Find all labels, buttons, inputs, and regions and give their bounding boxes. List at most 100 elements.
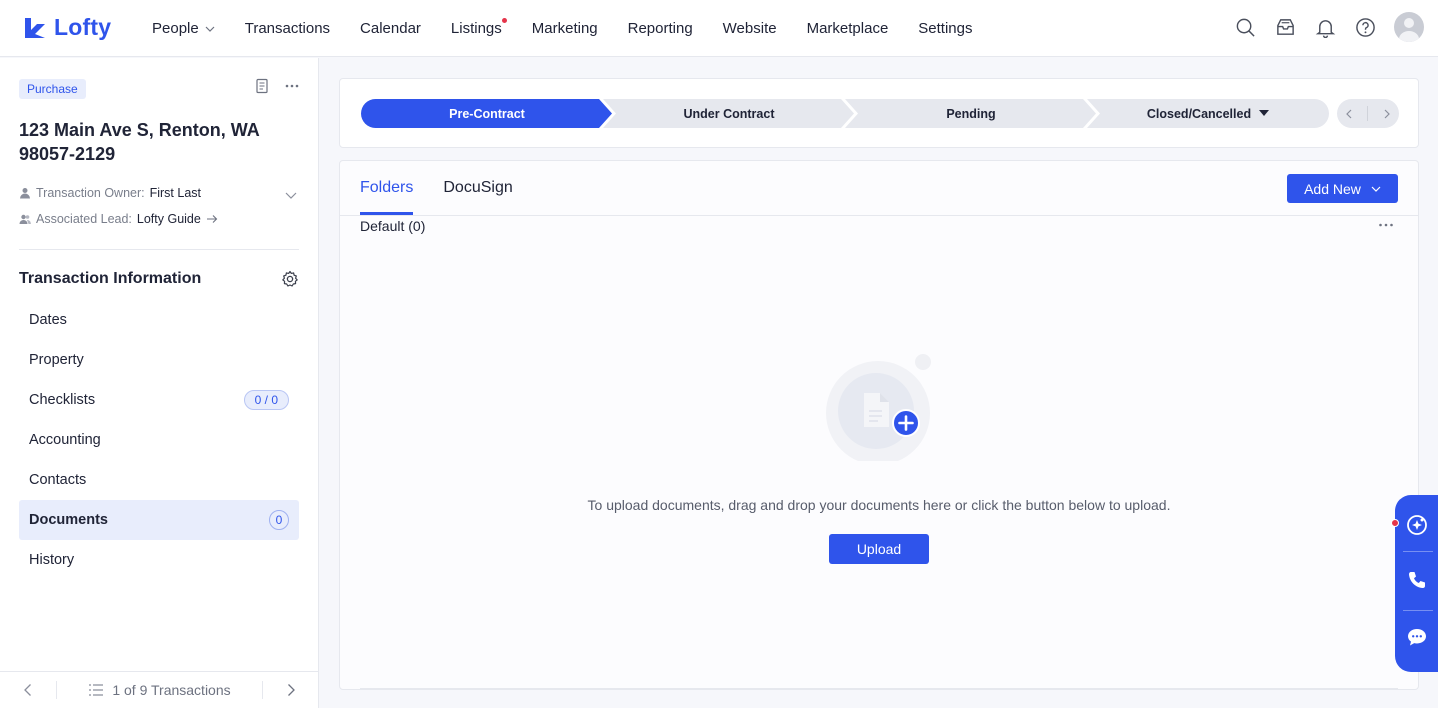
folder-label[interactable]: Default (0) — [360, 218, 425, 234]
assistant-button[interactable] — [1395, 505, 1438, 545]
panel-scrollbar[interactable] — [360, 688, 1398, 690]
transaction-owner-row: Transaction Owner: First Last — [19, 186, 201, 200]
nav-item-label: Website — [722, 20, 777, 37]
sidebar-item-history[interactable]: History — [19, 540, 299, 580]
chat-button[interactable] — [1395, 617, 1438, 657]
avatar[interactable] — [1394, 12, 1424, 42]
inbox-icon[interactable] — [1274, 16, 1296, 38]
sidebar-item-dates[interactable]: Dates — [19, 300, 299, 340]
nav-item-label: Settings — [918, 20, 973, 37]
documents-tabs: Folders DocuSign — [360, 161, 513, 215]
transaction-list-button[interactable]: 1 of 9 Transactions — [57, 682, 262, 698]
documents-panel: Folders DocuSign Add New Default (0) To … — [339, 160, 1419, 690]
divider — [1367, 106, 1369, 121]
top-icons — [1234, 12, 1424, 42]
sidebar-item-contacts[interactable]: Contacts — [19, 460, 299, 500]
bell-icon[interactable] — [1314, 16, 1336, 38]
tab-docusign[interactable]: DocuSign — [443, 161, 512, 215]
chevron-right-icon[interactable] — [1382, 109, 1392, 119]
sidebar-item-label: Documents — [29, 512, 108, 528]
chevron-down-icon[interactable] — [284, 188, 298, 202]
nav-item-label: Reporting — [627, 20, 693, 37]
sidebar-item-accounting[interactable]: Accounting — [19, 420, 299, 460]
next-transaction-button[interactable] — [263, 672, 319, 708]
sidebar-item-documents[interactable]: Documents 0 — [19, 500, 299, 540]
nav-item-label: Marketplace — [806, 20, 889, 37]
floating-contact-widget — [1395, 495, 1438, 672]
transaction-menu: Dates Property Checklists 0 / 0 Accounti… — [19, 300, 299, 580]
sidebar-actions — [254, 78, 300, 94]
notes-icon[interactable] — [254, 78, 270, 94]
stage-label: Pending — [946, 106, 996, 121]
nav-item-marketplace[interactable]: Marketplace — [807, 20, 889, 37]
chat-icon — [1407, 629, 1426, 646]
nav-item-reporting[interactable]: Reporting — [628, 20, 693, 37]
owner-label: Transaction Owner: — [36, 186, 145, 200]
sidebar-item-label: Contacts — [29, 472, 87, 488]
stage-pre-contract[interactable]: Pre-Contract — [361, 99, 613, 128]
stage-scroll-controls — [1337, 99, 1399, 128]
previous-transaction-button[interactable] — [0, 672, 56, 708]
sidebar-item-property[interactable]: Property — [19, 340, 299, 380]
gear-icon[interactable] — [281, 270, 299, 288]
nav-item-settings[interactable]: Settings — [918, 20, 972, 37]
nav-item-label: Transactions — [244, 20, 331, 37]
top-navigation-bar: Lofty People Transactions Calendar Listi… — [0, 0, 1438, 57]
more-icon[interactable] — [284, 78, 300, 94]
nav-item-people[interactable]: People — [152, 20, 215, 37]
chevron-right-icon — [288, 684, 295, 696]
assistant-icon — [1406, 515, 1427, 535]
add-new-button[interactable]: Add New — [1287, 174, 1398, 203]
nav-item-marketing[interactable]: Marketing — [532, 20, 598, 37]
lofty-logo-icon — [25, 17, 45, 38]
stage-closed-cancelled[interactable]: Closed/Cancelled — [1087, 99, 1329, 128]
chevron-down-icon — [1371, 186, 1381, 192]
notification-dot — [501, 18, 507, 23]
divider — [19, 249, 299, 250]
upload-button[interactable]: Upload — [829, 534, 929, 564]
owner-value: First Last — [149, 186, 202, 200]
stage-label: Pre-Contract — [449, 106, 525, 121]
search-icon[interactable] — [1234, 16, 1256, 38]
nav-item-listings[interactable]: Listings — [450, 18, 507, 37]
associated-lead-row: Associated Lead: Lofty Guide — [19, 212, 218, 226]
chevron-left-icon[interactable] — [1344, 109, 1354, 119]
sidebar-item-label: Checklists — [29, 392, 96, 408]
sidebar-item-label: Dates — [29, 312, 67, 328]
nav-item-label: Calendar — [360, 20, 421, 37]
chevron-left-icon — [24, 684, 31, 696]
caret-down-icon — [1259, 109, 1270, 116]
lead-label: Associated Lead: — [36, 212, 132, 226]
sidebar-item-checklists[interactable]: Checklists 0 / 0 — [19, 380, 299, 420]
stage-label: Under Contract — [683, 106, 775, 121]
lead-value[interactable]: Lofty Guide — [137, 212, 201, 226]
phone-icon — [1408, 572, 1425, 588]
upload-document-icon — [826, 354, 931, 461]
phone-button[interactable] — [1395, 560, 1438, 600]
sidebar-item-label: Accounting — [29, 432, 101, 448]
stage-pending[interactable]: Pending — [845, 99, 1097, 128]
arrow-right-icon[interactable] — [206, 213, 218, 225]
sidebar-item-label: History — [29, 552, 75, 568]
transaction-address: 123 Main Ave S, Renton, WA 98057-2129 — [19, 120, 260, 164]
empty-state-text: To upload documents, drag and drop your … — [587, 497, 1171, 513]
divider — [1403, 610, 1433, 611]
transaction-sidebar: Purchase 123 Main Ave S, Renton, WA 9805… — [0, 58, 319, 708]
help-icon[interactable] — [1354, 16, 1376, 38]
divider — [1403, 551, 1433, 552]
add-new-label: Add New — [1304, 180, 1361, 197]
nav-item-website[interactable]: Website — [723, 20, 777, 37]
nav-item-calendar[interactable]: Calendar — [360, 20, 421, 37]
document-count-badge: 0 — [269, 510, 289, 530]
stage-under-contract[interactable]: Under Contract — [603, 99, 855, 128]
main-nav: People Transactions Calendar Listings Ma… — [152, 0, 1003, 57]
brand-name: Lofty — [54, 14, 112, 40]
more-icon[interactable] — [1378, 221, 1394, 229]
pager-text: 1 of 9 Transactions — [112, 682, 231, 698]
nav-item-transactions[interactable]: Transactions — [245, 20, 330, 37]
nav-item-label: People — [152, 20, 199, 37]
stage-label: Closed/Cancelled — [1146, 106, 1252, 121]
tab-folders[interactable]: Folders — [360, 161, 414, 215]
lofty-logo[interactable]: Lofty — [22, 14, 111, 41]
nav-item-label: Listings — [450, 20, 502, 37]
